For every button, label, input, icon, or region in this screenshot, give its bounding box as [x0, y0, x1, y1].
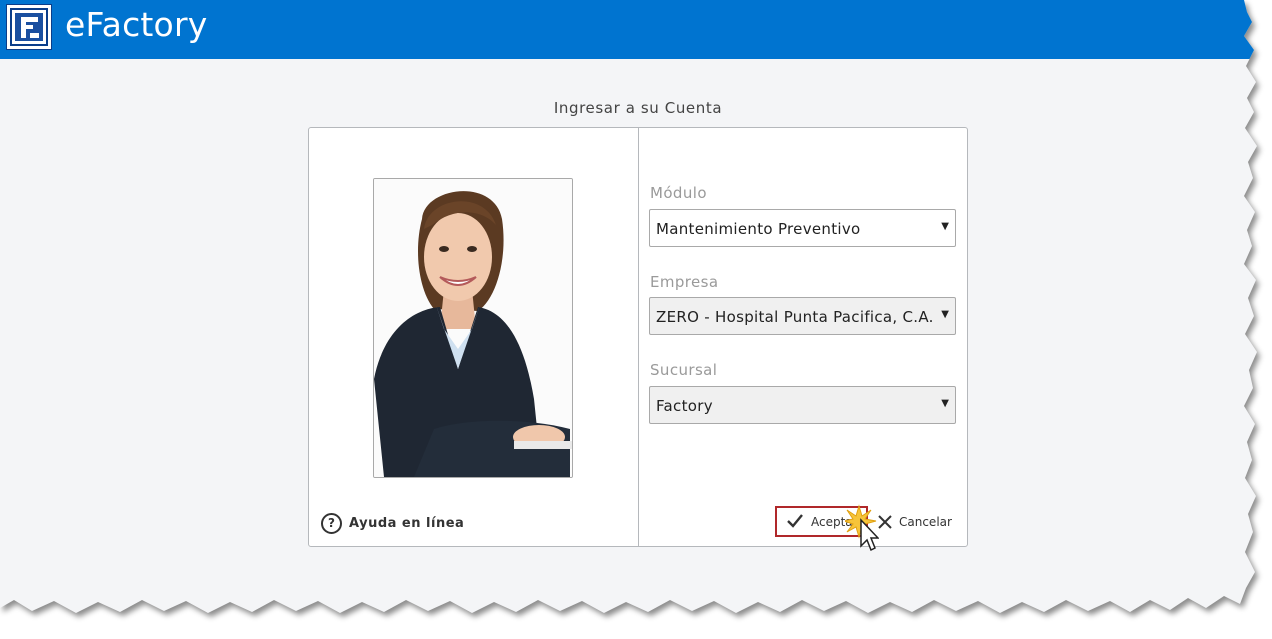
empresa-label: Empresa [650, 273, 719, 291]
app-title: eFactory [65, 5, 208, 44]
modulo-value: Mantenimiento Preventivo [656, 220, 861, 238]
login-card: ? Ayuda en línea Módulo Mantenimiento Pr… [308, 127, 968, 552]
online-help-link[interactable]: ? Ayuda en línea [321, 512, 464, 534]
login-heading: Ingresar a su Cuenta [553, 99, 723, 117]
modulo-label: Módulo [650, 184, 707, 202]
empresa-value: ZERO - Hospital Punta Pacifica, C.A. [656, 308, 934, 326]
dropdown-arrow-icon: ▼ [941, 398, 949, 409]
checkmark-icon [787, 514, 803, 528]
cancel-label: Cancelar [899, 515, 952, 529]
dropdown-arrow-icon: ▼ [941, 309, 949, 320]
user-photo [373, 178, 573, 478]
top-bar: eFactory [0, 0, 1257, 59]
close-icon [878, 515, 892, 529]
sucursal-value: Factory [656, 397, 713, 415]
empresa-select[interactable]: ZERO - Hospital Punta Pacifica, C.A. ▼ [649, 297, 956, 335]
dropdown-arrow-icon: ▼ [941, 221, 949, 232]
screenshot-content: eFactory Ingresar a su Cuenta ? Ayuda en… [0, 0, 1257, 613]
online-help-label: Ayuda en línea [349, 515, 465, 531]
card-divider [638, 128, 639, 546]
question-circle-icon: ? [321, 512, 342, 534]
efactory-logo-icon [6, 4, 52, 50]
modulo-select[interactable]: Mantenimiento Preventivo ▼ [649, 209, 956, 247]
click-cursor-icon [842, 504, 880, 558]
screenshot-frame: eFactory Ingresar a su Cuenta ? Ayuda en… [0, 0, 1272, 639]
sucursal-label: Sucursal [650, 361, 718, 379]
sucursal-select[interactable]: Factory ▼ [649, 386, 956, 424]
cancel-button[interactable]: Cancelar [877, 510, 952, 534]
